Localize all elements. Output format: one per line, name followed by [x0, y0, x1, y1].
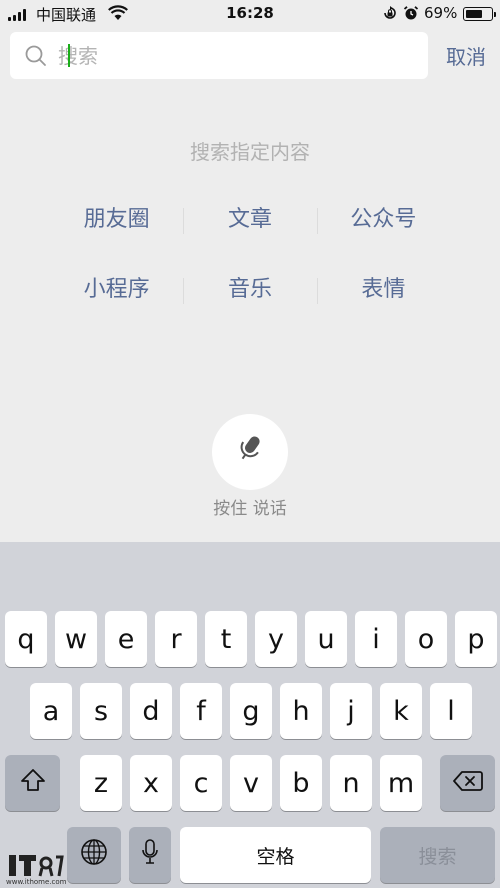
- backspace-icon: [452, 768, 483, 799]
- watermark-text: www.ithome.com: [6, 878, 66, 886]
- category-articles[interactable]: 文章: [183, 200, 316, 240]
- status-bar: 中国联通 16:28 69%: [0, 0, 500, 28]
- search-category-row: 小程序 音乐 表情: [50, 270, 450, 310]
- key-z[interactable]: z: [80, 755, 122, 811]
- search-key[interactable]: 搜索: [380, 827, 495, 883]
- battery-percent: 69%: [424, 4, 458, 22]
- keyboard: q w e r t y u i o p a s d f g h j k l z …: [0, 542, 500, 888]
- key-p[interactable]: p: [455, 611, 497, 667]
- key-b[interactable]: b: [280, 755, 322, 811]
- key-k[interactable]: k: [380, 683, 422, 739]
- category-music[interactable]: 音乐: [183, 270, 316, 310]
- search-icon: [24, 44, 48, 72]
- dictation-key[interactable]: [129, 827, 171, 883]
- alarm-icon: [403, 5, 419, 25]
- key-q[interactable]: q: [5, 611, 47, 667]
- key-c[interactable]: c: [180, 755, 222, 811]
- microphone-icon: [141, 838, 159, 873]
- battery-icon: [463, 7, 496, 21]
- category-mini-programs[interactable]: 小程序: [50, 270, 183, 310]
- globe-icon: [80, 838, 108, 873]
- voice-hint-label: 按住 说话: [213, 499, 287, 519]
- key-g[interactable]: g: [230, 683, 272, 739]
- shift-icon: [20, 768, 46, 799]
- globe-key[interactable]: [67, 827, 121, 883]
- key-x[interactable]: x: [130, 755, 172, 811]
- microphone-icon: [235, 433, 265, 471]
- ithome-logo: www.ithome.com: [6, 855, 67, 886]
- orientation-lock-icon: [382, 5, 398, 25]
- battery-fill: [465, 9, 483, 18]
- key-m[interactable]: m: [380, 755, 422, 811]
- space-key[interactable]: 空格: [180, 827, 371, 883]
- category-moments[interactable]: 朋友圈: [50, 200, 183, 240]
- key-y[interactable]: y: [255, 611, 297, 667]
- key-s[interactable]: s: [80, 683, 122, 739]
- ithome-watermark: www.ithome.com: [4, 852, 67, 886]
- key-r[interactable]: r: [155, 611, 197, 667]
- search-box[interactable]: [10, 32, 428, 79]
- category-official-accounts[interactable]: 公众号: [316, 200, 450, 240]
- key-t[interactable]: t: [205, 611, 247, 667]
- key-a[interactable]: a: [30, 683, 72, 739]
- key-d[interactable]: d: [130, 683, 172, 739]
- search-input[interactable]: [58, 32, 418, 79]
- key-i[interactable]: i: [355, 611, 397, 667]
- key-f[interactable]: f: [180, 683, 222, 739]
- key-l[interactable]: l: [430, 683, 472, 739]
- search-hint-title: 搜索指定内容: [190, 140, 310, 164]
- key-w[interactable]: w: [55, 611, 97, 667]
- key-v[interactable]: v: [230, 755, 272, 811]
- shift-key[interactable]: [5, 755, 60, 811]
- key-o[interactable]: o: [405, 611, 447, 667]
- search-category-row: 朋友圈 文章 公众号: [50, 200, 450, 240]
- key-j[interactable]: j: [330, 683, 372, 739]
- backspace-key[interactable]: [440, 755, 495, 811]
- voice-search-button[interactable]: [212, 414, 288, 490]
- text-cursor: [68, 44, 70, 67]
- key-u[interactable]: u: [305, 611, 347, 667]
- cancel-button[interactable]: 取消: [440, 38, 492, 72]
- key-n[interactable]: n: [330, 755, 372, 811]
- key-h[interactable]: h: [280, 683, 322, 739]
- key-e[interactable]: e: [105, 611, 147, 667]
- category-stickers[interactable]: 表情: [316, 270, 450, 310]
